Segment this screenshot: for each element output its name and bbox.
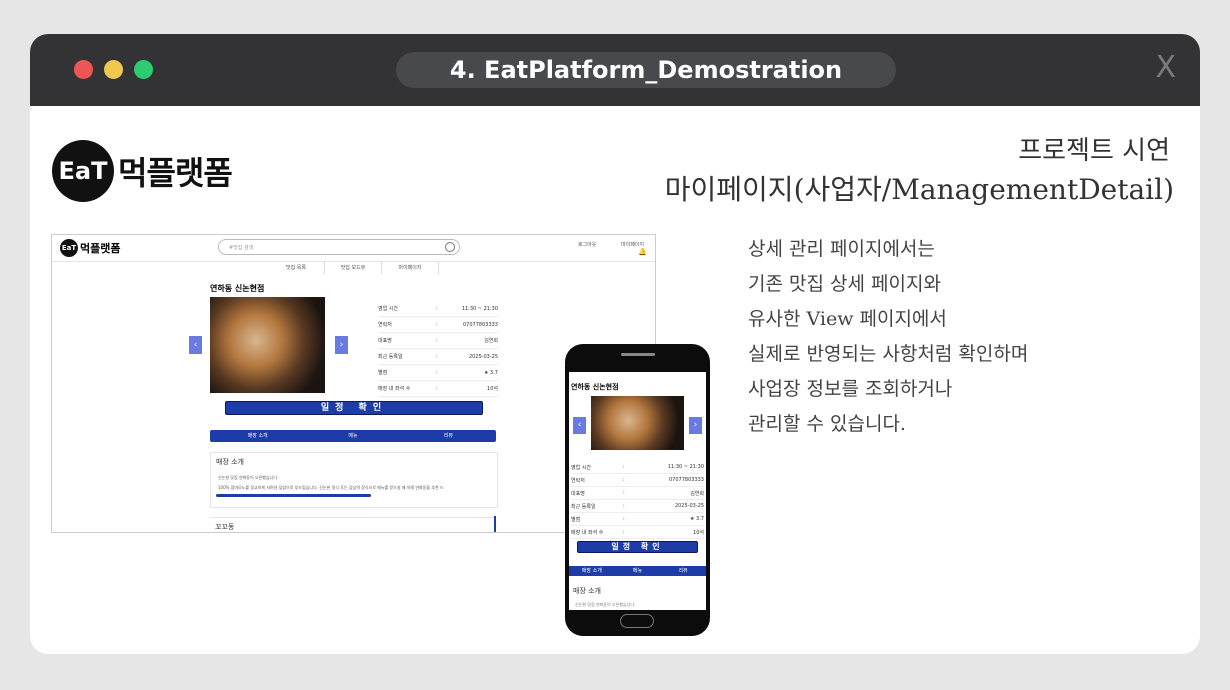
mobile-intro-text: 신논현 맛집 연화동이 오픈했습니다.: [575, 602, 636, 607]
store-info-table: 영업 시간:11:30 ~ 21:30 연락처:07077803333 대표명:…: [378, 301, 498, 397]
vertical-scrollbar[interactable]: [494, 516, 496, 532]
close-button[interactable]: X: [1155, 50, 1176, 85]
mobile-prev-arrow-icon[interactable]: ‹: [573, 417, 586, 434]
mobile-tab-menu[interactable]: 메뉴: [615, 566, 661, 576]
info-row: 영업 시간:11:30 ~ 21:30: [378, 301, 498, 317]
logo-text: 먹플랫폼: [118, 154, 233, 192]
desktop-logo-text: 먹플랫폼: [80, 242, 121, 255]
description-line: 기존 맛집 상세 페이지와: [748, 273, 941, 295]
mobile-store-photo: [591, 396, 684, 450]
info-row: 대표명: 김연희: [571, 487, 704, 500]
intro-text: 신논현 맛집 연화동이 오픈했습니다.: [218, 475, 279, 480]
mypage-link[interactable]: 마이페이지: [621, 241, 644, 248]
mobile-info-table: 영업 시간:11:30 ~ 21:30 연락처:07077803333 대표명:…: [571, 461, 704, 539]
mobile-phone-frame: 연하동 신논현점 ‹ › 영업 시간:11:30 ~ 21:30 연락처:070…: [565, 344, 710, 636]
mobile-intro-title: 매장 소개: [573, 587, 601, 595]
title-bar: 4. EatPlatform_Demostration X: [30, 34, 1200, 106]
intro-text: 100% 참마모노를 정교하게 저며낸 덮밥으로 부드럽습니다. 신논현 정식 …: [218, 485, 444, 490]
info-row: 영업 시간:11:30 ~ 21:30: [571, 461, 704, 474]
nav-item-mypage[interactable]: 마이페이지: [382, 262, 439, 274]
mobile-next-arrow-icon[interactable]: ›: [689, 417, 702, 434]
description-text: 상세 관리 페이지에서는 기존 맛집 상세 페이지와 유사한 View 페이지에…: [748, 232, 1028, 442]
intro-scrollbar[interactable]: [216, 494, 371, 497]
mobile-store-name: 연하동 신논현점: [571, 383, 619, 391]
menu-section: 꼬꼬동: [210, 516, 496, 532]
home-button[interactable]: [620, 614, 654, 628]
info-row: 최근 등록일:2025-03-25: [571, 500, 704, 513]
mobile-tab-intro[interactable]: 매장 소개: [569, 566, 615, 576]
mobile-screenshot: 연하동 신논현점 ‹ › 영업 시간:11:30 ~ 21:30 연락처:070…: [569, 372, 706, 610]
info-row: 대표명: 김연희: [378, 333, 498, 349]
info-row: 연락처:07077803333: [571, 474, 704, 487]
description-line: 사업장 정보를 조회하거나: [748, 378, 953, 400]
tab-intro[interactable]: 매장 소개: [210, 430, 305, 442]
info-row: 최근 등록일:2025-03-25: [378, 349, 498, 365]
menu-item-title: 꼬꼬동: [215, 523, 235, 531]
section-title: 프로젝트 시연: [1018, 136, 1170, 166]
desktop-search-input[interactable]: #맛집 검색: [218, 239, 460, 255]
mobile-schedule-button[interactable]: 일정 확인: [577, 541, 698, 553]
info-row: 별점: ★ 3.7: [571, 513, 704, 526]
nav-item-list[interactable]: 맛집 목록: [268, 262, 325, 274]
info-row: 별점: ★ 3.7: [378, 365, 498, 381]
store-name: 연하동 신논현점: [210, 284, 265, 293]
tab-review[interactable]: 리뷰: [401, 430, 496, 442]
desktop-nav: 맛집 목록 맛집 모드뷰 마이페이지: [268, 262, 439, 274]
desktop-logo: EaT 먹플랫폼: [60, 239, 120, 257]
description-line: 유사한 View 페이지에서: [748, 308, 947, 330]
schedule-button[interactable]: 일정 확인: [225, 401, 483, 415]
logout-link[interactable]: 로그아웃: [578, 241, 596, 248]
store-tabs: 매장 소개 메뉴 리뷰: [210, 430, 496, 442]
logo-mark: EaT: [52, 140, 114, 202]
section-subtitle: 마이페이지(사업자/ManagementDetail): [664, 173, 1174, 206]
phone-speaker: [621, 353, 655, 356]
intro-section: 매장 소개 신논현 맛집 연화동이 오픈했습니다. 100% 참마모노를 정교하…: [210, 452, 498, 508]
presentation-window: 4. EatPlatform_Demostration X EaT 먹플랫폼 프…: [30, 34, 1200, 654]
description-line: 실제로 반영되는 사항처럼 확인하며: [748, 343, 1029, 365]
info-row: 연락처:07077803333: [378, 317, 498, 333]
mobile-store-tabs: 매장 소개 메뉴 리뷰: [569, 566, 706, 576]
nav-item-mode[interactable]: 맛집 모드뷰: [325, 262, 382, 274]
tab-menu[interactable]: 메뉴: [305, 430, 400, 442]
prev-arrow-icon[interactable]: ‹: [189, 336, 202, 354]
mobile-tab-review[interactable]: 리뷰: [660, 566, 706, 576]
window-title: 4. EatPlatform_Demostration: [396, 52, 896, 88]
minimize-dot-icon[interactable]: [104, 60, 123, 79]
maximize-dot-icon[interactable]: [134, 60, 153, 79]
search-placeholder: #맛집 검색: [229, 245, 254, 251]
search-icon[interactable]: [445, 242, 455, 252]
info-row: 매장 내 좌석 수:10석: [571, 526, 704, 539]
desktop-logo-mark: EaT: [60, 239, 78, 257]
bell-icon[interactable]: 🔔: [638, 248, 647, 256]
info-row: 매장 내 좌석 수:10석: [378, 381, 498, 397]
store-photo: [210, 297, 325, 393]
description-line: 관리할 수 있습니다.: [748, 413, 906, 435]
brand-logo: EaT 먹플랫폼: [52, 140, 233, 202]
next-arrow-icon[interactable]: ›: [335, 336, 348, 354]
close-dot-icon[interactable]: [74, 60, 93, 79]
description-line: 상세 관리 페이지에서는: [748, 238, 935, 260]
intro-title: 매장 소개: [216, 458, 244, 466]
